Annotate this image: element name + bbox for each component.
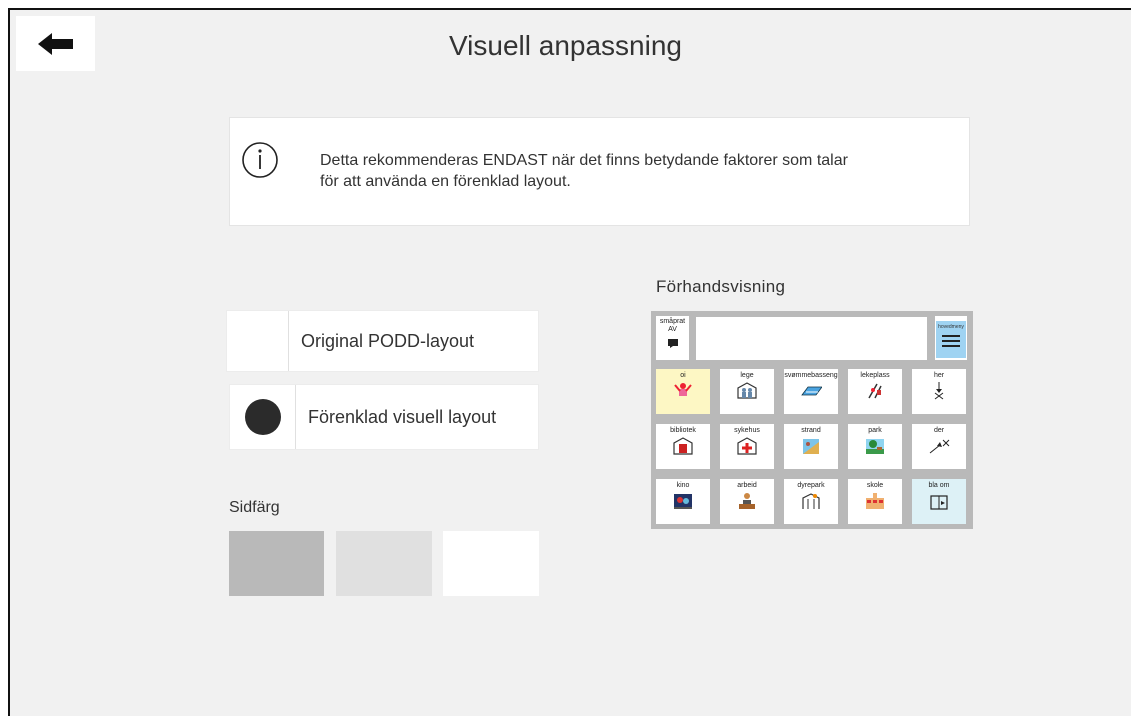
preview-symbol-library: bibliotek [656, 424, 710, 469]
info-line-2: för att använda en förenklad layout. [320, 173, 571, 190]
radio-simplified-visual-layout[interactable] [230, 385, 296, 449]
preview-symbol-pool: svømmebasseng [784, 369, 838, 414]
preview-symbol-label: her [933, 372, 945, 379]
preview-symbol-work: arbeid [720, 479, 774, 524]
here-arrow-icon [912, 382, 966, 400]
preview-symbol-label: skole [866, 482, 884, 489]
page-color-swatch-dark-gray[interactable] [229, 531, 324, 596]
preview-symbol-label: lekeplass [860, 372, 890, 379]
preview-symbol-label: svømmebasseng [784, 372, 838, 379]
preview-main-menu-button: hovedmeny [935, 316, 967, 360]
preview-symbol-play-people: lege [720, 369, 774, 414]
preview-symbol-label: bibliotek [670, 427, 696, 434]
preview-symbol-park: park [848, 424, 902, 469]
preview-symbol-label: dyrepark [797, 482, 825, 489]
info-box: Detta rekommenderas ENDAST när det finns… [229, 117, 970, 226]
cinema-icon [656, 492, 710, 510]
option-label-simplified: Förenklad visuell layout [308, 406, 497, 427]
library-icon [656, 437, 710, 455]
preview-smalltalk-line1: småprat [659, 318, 686, 325]
page-color-swatch-light-gray[interactable] [336, 531, 432, 596]
preview-symbol-hospital: sykehus [720, 424, 774, 469]
zoo-icon [784, 492, 838, 510]
option-original-podd-layout[interactable]: Original PODD-layout [226, 310, 539, 372]
info-line-1: Detta rekommenderas ENDAST när det finns… [320, 152, 848, 169]
preview-symbol-person-cheer: oi [656, 369, 710, 414]
beach-icon [784, 437, 838, 455]
work-icon [720, 492, 774, 510]
info-icon [242, 142, 278, 178]
preview-symbol-label: kino [676, 482, 690, 489]
radio-original-podd-layout[interactable] [227, 311, 289, 371]
preview-symbol-label: bla om [928, 482, 950, 489]
preview-symbol-label: sykehus [734, 427, 760, 434]
hamburger-menu-icon [942, 335, 960, 347]
preview-symbol-label: strand [801, 427, 821, 434]
there-arrow-icon [912, 437, 966, 455]
school-icon [848, 492, 902, 510]
layout-preview: småprat AV hovedmeny oi lege svømmebasseng… [651, 311, 973, 529]
preview-symbol-playground: lekeplass [848, 369, 902, 414]
preview-symbol-label: arbeid [737, 482, 757, 489]
page-color-label: Sidfärg [229, 499, 280, 516]
page-color-swatch-white[interactable] [443, 531, 539, 596]
preview-symbol-label: der [933, 427, 945, 434]
park-icon [848, 437, 902, 455]
preview-symbol-beach: strand [784, 424, 838, 469]
option-simplified-visual-layout[interactable]: Förenklad visuell layout [229, 384, 539, 450]
pool-icon [784, 382, 838, 400]
preview-smalltalk-button: småprat AV [656, 316, 689, 360]
preview-symbol-page-turn: bla om [912, 479, 966, 524]
preview-message-field [696, 317, 927, 360]
preview-symbol-label: oi [680, 372, 686, 379]
preview-symbol-there-arrow: der [912, 424, 966, 469]
preview-symbol-zoo: dyrepark [784, 479, 838, 524]
hospital-icon [720, 437, 774, 455]
preview-symbol-label: lege [740, 372, 754, 379]
person-cheer-icon [656, 382, 710, 400]
page-turn-icon [912, 492, 966, 510]
info-text: Detta rekommenderas ENDAST när det finns… [320, 150, 940, 192]
preview-symbol-cinema: kino [656, 479, 710, 524]
play-people-icon [720, 382, 774, 400]
preview-label: Förhandsvisning [656, 277, 786, 296]
option-label-original: Original PODD-layout [301, 330, 475, 351]
preview-symbol-here-arrow: her [912, 369, 966, 414]
playground-icon [848, 382, 902, 400]
preview-menu-label: hovedmeny [938, 324, 964, 330]
radio-selected-dot [244, 399, 281, 435]
preview-symbol-label: park [868, 427, 882, 434]
preview-symbol-school: skole [848, 479, 902, 524]
chat-bubble-icon [667, 339, 678, 348]
preview-smalltalk-line2: AV [668, 326, 677, 333]
page-title: Visuell anpassning [449, 30, 682, 61]
